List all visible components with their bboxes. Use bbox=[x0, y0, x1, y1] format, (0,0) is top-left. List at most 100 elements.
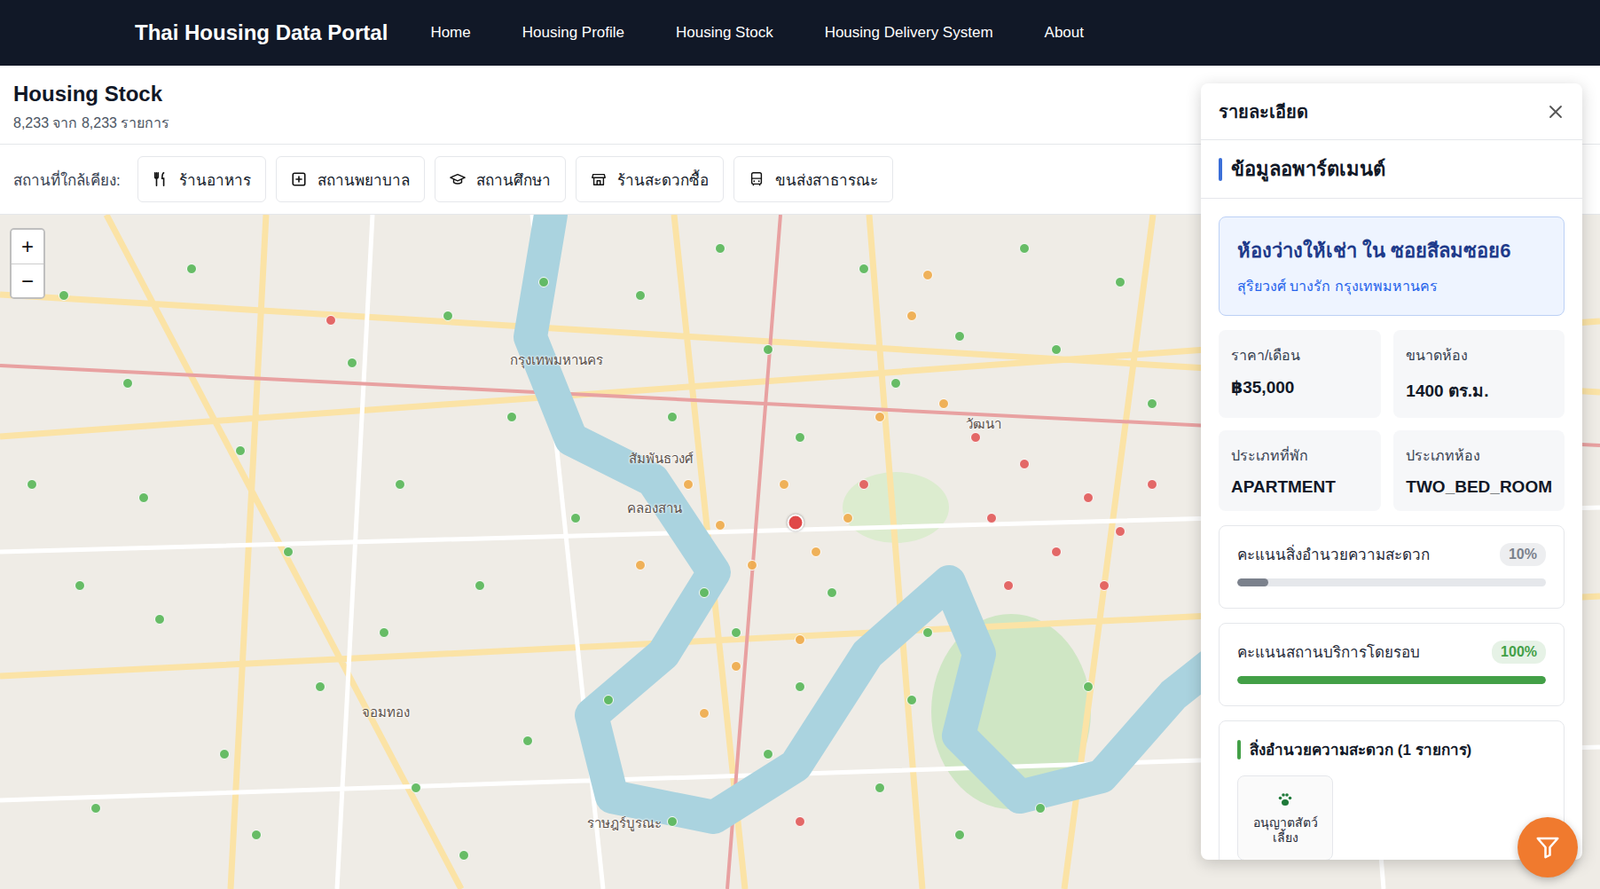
nav-link[interactable]: Housing Stock bbox=[675, 23, 774, 42]
housing-marker[interactable] bbox=[90, 802, 102, 814]
housing-marker[interactable] bbox=[1114, 525, 1126, 537]
housing-marker[interactable] bbox=[1050, 546, 1062, 557]
zoom-out-button[interactable]: − bbox=[11, 263, 44, 298]
filter-button[interactable] bbox=[1517, 816, 1578, 878]
store-icon bbox=[590, 171, 607, 188]
housing-marker[interactable] bbox=[458, 849, 470, 861]
housing-marker[interactable] bbox=[954, 330, 965, 342]
housing-marker[interactable] bbox=[874, 782, 886, 793]
housing-marker[interactable] bbox=[235, 445, 246, 456]
housing-marker[interactable] bbox=[346, 357, 358, 369]
panel-header: รายละเอียด bbox=[1200, 83, 1583, 141]
housing-marker[interactable] bbox=[970, 431, 981, 443]
nearby-chip[interactable]: ร้านสะดวกซื้อ bbox=[575, 156, 724, 203]
housing-marker[interactable] bbox=[58, 290, 70, 301]
housing-marker[interactable] bbox=[1146, 478, 1158, 490]
housing-marker[interactable] bbox=[762, 748, 774, 760]
housing-marker[interactable] bbox=[635, 290, 646, 301]
housing-marker[interactable] bbox=[1082, 681, 1094, 692]
amenity-item: อนุญาตสัตว์เลี้ยง bbox=[1237, 775, 1334, 860]
housing-marker[interactable] bbox=[714, 519, 726, 531]
housing-marker[interactable] bbox=[378, 627, 390, 638]
nearby-label: สถานที่ใกล้เคียง: bbox=[13, 167, 121, 192]
housing-marker[interactable] bbox=[1003, 580, 1014, 591]
housing-marker[interactable] bbox=[522, 735, 534, 746]
nav-link[interactable]: Home bbox=[430, 23, 471, 42]
housing-marker[interactable] bbox=[666, 815, 678, 827]
housing-marker[interactable] bbox=[858, 263, 870, 275]
housing-marker[interactable] bbox=[746, 559, 758, 571]
housing-marker[interactable] bbox=[1114, 276, 1126, 288]
housing-marker[interactable] bbox=[1050, 344, 1062, 355]
housing-marker[interactable] bbox=[250, 829, 262, 840]
housing-marker[interactable] bbox=[786, 514, 804, 532]
housing-marker[interactable] bbox=[538, 276, 550, 288]
housing-marker[interactable] bbox=[314, 681, 326, 692]
housing-marker[interactable] bbox=[922, 269, 934, 281]
nearby-chip[interactable]: สถานพยาบาล bbox=[275, 156, 425, 203]
housing-marker[interactable] bbox=[603, 694, 614, 706]
housing-marker[interactable] bbox=[730, 660, 742, 672]
housing-marker[interactable] bbox=[682, 478, 694, 490]
housing-marker[interactable] bbox=[442, 310, 454, 322]
nearby-chip[interactable]: ขนส่งสาธารณะ bbox=[733, 156, 894, 203]
housing-marker[interactable] bbox=[922, 627, 934, 638]
housing-marker[interactable] bbox=[410, 782, 422, 793]
housing-marker[interactable] bbox=[858, 478, 870, 490]
housing-marker[interactable] bbox=[1019, 243, 1030, 254]
housing-marker[interactable] bbox=[810, 546, 822, 557]
housing-marker[interactable] bbox=[762, 344, 774, 355]
housing-marker[interactable] bbox=[186, 263, 197, 275]
housing-marker[interactable] bbox=[570, 512, 581, 524]
housing-marker[interactable] bbox=[154, 613, 165, 625]
nav-link[interactable]: Housing Profile bbox=[522, 23, 625, 42]
housing-marker[interactable] bbox=[698, 587, 710, 598]
housing-marker[interactable] bbox=[730, 627, 742, 638]
housing-marker[interactable] bbox=[794, 681, 806, 692]
housing-marker[interactable] bbox=[826, 587, 838, 598]
housing-marker[interactable] bbox=[666, 411, 678, 423]
hospital-icon bbox=[290, 171, 307, 188]
housing-marker[interactable] bbox=[1035, 802, 1046, 814]
housing-marker[interactable] bbox=[394, 478, 406, 490]
housing-marker[interactable] bbox=[842, 512, 854, 524]
housing-marker[interactable] bbox=[26, 478, 38, 490]
housing-marker[interactable] bbox=[874, 411, 886, 423]
housing-marker[interactable] bbox=[74, 580, 86, 591]
brand[interactable]: Thai Housing Data Portal bbox=[134, 20, 388, 46]
housing-marker[interactable] bbox=[794, 634, 806, 645]
zoom-in-button[interactable]: + bbox=[11, 229, 44, 264]
housing-marker[interactable] bbox=[1082, 492, 1094, 503]
nearby-chip[interactable]: ร้านอาหาร bbox=[137, 156, 267, 203]
housing-marker[interactable] bbox=[794, 815, 806, 827]
housing-marker[interactable] bbox=[794, 431, 806, 443]
nearby-chip[interactable]: สถานศึกษา bbox=[434, 156, 566, 203]
housing-marker[interactable] bbox=[698, 707, 710, 719]
housing-marker[interactable] bbox=[474, 580, 486, 591]
housing-marker[interactable] bbox=[122, 377, 134, 389]
housing-marker[interactable] bbox=[635, 559, 646, 571]
housing-marker[interactable] bbox=[906, 310, 918, 322]
section-header: ข้อมูลอพาร์ตเมนต์ bbox=[1200, 140, 1583, 199]
bus-icon bbox=[748, 171, 765, 188]
housing-marker[interactable] bbox=[506, 411, 518, 423]
close-icon[interactable] bbox=[1546, 102, 1565, 121]
housing-marker[interactable] bbox=[906, 694, 918, 706]
housing-marker[interactable] bbox=[938, 398, 950, 409]
housing-marker[interactable] bbox=[138, 492, 150, 503]
housing-marker[interactable] bbox=[778, 478, 790, 490]
nav-link[interactable]: Housing Delivery System bbox=[824, 23, 994, 42]
housing-marker[interactable] bbox=[1146, 398, 1158, 409]
nav-link[interactable]: About bbox=[1044, 23, 1084, 42]
housing-marker[interactable] bbox=[714, 243, 726, 254]
housing-marker[interactable] bbox=[1019, 458, 1030, 470]
housing-marker[interactable] bbox=[325, 314, 337, 326]
housing-marker[interactable] bbox=[219, 748, 230, 760]
score-badge: 10% bbox=[1499, 542, 1546, 566]
housing-marker[interactable] bbox=[282, 546, 294, 557]
listing-card: ห้องว่างให้เช่า ใน ซอยสีลมซอย6สุริยวงศ์ … bbox=[1218, 216, 1565, 316]
housing-marker[interactable] bbox=[954, 829, 965, 840]
housing-marker[interactable] bbox=[986, 512, 997, 524]
housing-marker[interactable] bbox=[1098, 580, 1110, 591]
housing-marker[interactable] bbox=[890, 377, 902, 389]
